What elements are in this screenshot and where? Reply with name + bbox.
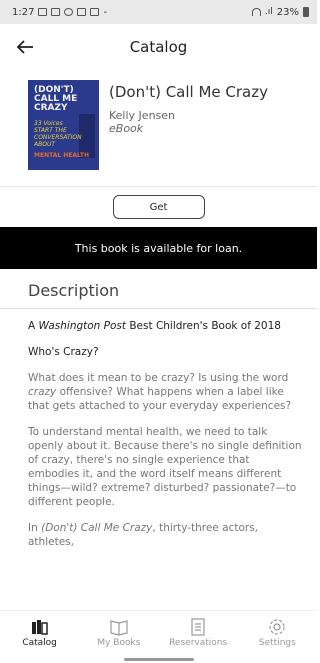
book-details: (DON'T) CALL ME CRAZY 33 Voices START TH… [0, 70, 317, 176]
book-cover: (DON'T) CALL ME CRAZY 33 Voices START TH… [28, 80, 99, 170]
nav-reservations-label: Reservations [169, 638, 228, 648]
app-header: Catalog [0, 24, 317, 70]
home-gesture-bar[interactable] [124, 658, 194, 661]
battery-icon [303, 7, 309, 17]
description-section: Description A Washington Post Best Child… [0, 281, 317, 549]
p5-a: In [28, 522, 42, 534]
award-post: Best Children's Book of 2018 [126, 320, 281, 332]
cover-subtitle1: 33 Voices [34, 120, 63, 127]
book-title: (Don't) Call Me Crazy [109, 83, 269, 101]
description-paragraph: What does it mean to be crazy? Is using … [28, 371, 303, 413]
notification-icon [77, 8, 87, 16]
cover-line3: CRAZY [34, 103, 68, 113]
cover-subtitle3: CONVERSATION [34, 134, 82, 141]
status-left: 1:27 - [12, 7, 107, 18]
nav-settings[interactable]: Settings [242, 618, 312, 648]
battery-percent: 23% [276, 6, 299, 18]
back-arrow-icon[interactable] [14, 36, 36, 58]
cover-subtitle4: ABOUT [34, 141, 55, 148]
wifi-icon [251, 8, 261, 16]
nav-catalog-label: Catalog [22, 638, 57, 648]
award-pre: A [28, 320, 39, 332]
minus-icon: - [103, 6, 108, 18]
page-title: Catalog [129, 38, 188, 56]
nav-my-books-label: My Books [97, 638, 141, 648]
nav-catalog[interactable]: Catalog [5, 618, 75, 648]
status-time: 1:27 [12, 6, 35, 18]
nav-reservations[interactable]: Reservations [163, 618, 233, 648]
action-row: Get [0, 186, 317, 227]
book-info: (Don't) Call Me Crazy Kelly Jensen eBook [99, 80, 268, 176]
description-paragraph: To understand mental health, we need to … [28, 426, 302, 508]
p3-b: offensive? What happens when a label lik… [28, 386, 292, 412]
p3-italic: crazy [28, 386, 57, 398]
photo-icon [51, 8, 61, 16]
cover-subtitle2: START THE [34, 127, 67, 134]
description-subheading: Who's Crazy? [28, 346, 99, 358]
signal-icon: .ıl [264, 7, 273, 17]
gallery-icon [38, 8, 48, 16]
get-button[interactable]: Get [112, 195, 205, 219]
bottom-navigation: Catalog My Books Reservations Settings [0, 610, 317, 655]
gesture-area [0, 655, 317, 663]
book-author: Kelly Jensen [109, 109, 176, 122]
award-italic: Washington Post [38, 320, 127, 332]
status-right: .ıl 23% [251, 6, 309, 18]
status-bar: 1:27 - .ıl 23% [0, 0, 317, 24]
gear-icon [269, 619, 285, 635]
description-award: A Washington Post Best Children's Book o… [28, 319, 303, 333]
description-paragraph: In (Don't) Call Me Crazy, thirty-three a… [28, 521, 303, 549]
message-icon [90, 8, 100, 16]
p3-a: What does it mean to be crazy? Is using … [28, 372, 289, 384]
cover-subtitle: 33 Voices START THE CONVERSATION ABOUT [34, 120, 82, 148]
cover-title: (DON'T) CALL ME CRAZY [34, 86, 77, 113]
p5-italic: (Don't) Call Me Crazy [41, 522, 153, 534]
book-icon [110, 620, 128, 636]
loan-banner: This book is available for loan. [0, 227, 317, 269]
catalog-icon [31, 620, 48, 635]
book-format: eBook [109, 122, 144, 135]
reservations-icon [191, 618, 205, 636]
nav-my-books[interactable]: My Books [84, 618, 154, 648]
cover-subtitle-bold: MENTAL HEALTH [34, 152, 89, 159]
description-heading: Description [0, 281, 317, 309]
location-icon [64, 8, 74, 16]
nav-settings-label: Settings [258, 638, 296, 648]
